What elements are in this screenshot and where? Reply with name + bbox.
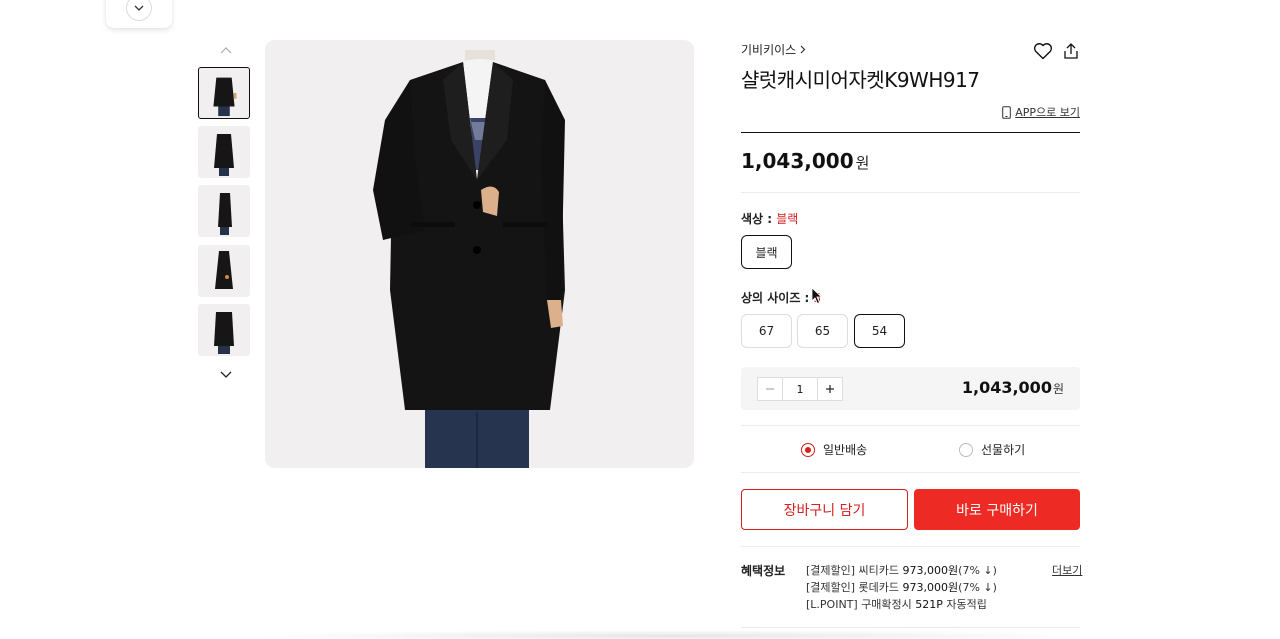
mouse-cursor-icon <box>811 287 823 309</box>
chevron-right-icon <box>800 45 806 54</box>
app-view-label: APP으로 보기 <box>1015 106 1080 119</box>
brand-link[interactable]: 기비키이스 <box>741 41 806 58</box>
size-option-label: 상의 사이즈 : 5 <box>741 289 821 306</box>
quantity-summary: 1 1,043,000 원 <box>741 367 1080 410</box>
color-selected-value: 블랙 <box>776 212 799 226</box>
benefit-prefix: [L.POINT] 구매확정시 <box>806 598 916 611</box>
total-price-currency: 원 <box>1052 382 1064 396</box>
delivery-normal-label: 일반배송 <box>823 443 868 457</box>
chevron-up-icon <box>220 46 232 53</box>
share-icon <box>1064 43 1078 59</box>
product-title: 샬럿캐시미어자켓K9WH917 <box>741 68 980 92</box>
collapse-toggle[interactable] <box>106 0 172 28</box>
share-button[interactable] <box>1060 40 1082 62</box>
benefit-suffix: (7% ↓) <box>958 564 997 577</box>
size-option-65[interactable]: 65 <box>797 314 848 348</box>
thumbnail-3[interactable] <box>198 185 250 237</box>
benefit-info-label: 혜택정보 <box>741 564 786 578</box>
color-option-black[interactable]: 블랙 <box>741 235 792 269</box>
product-detail-page: 기비키이스 샬럿캐시미어자켓K9WH917 APP으로 보기 1,043,000… <box>0 0 1280 639</box>
thumbnail-5[interactable] <box>198 304 250 356</box>
size-option-54[interactable]: 54 <box>854 314 905 348</box>
chevron-down-icon[interactable] <box>126 0 152 21</box>
benefit-prefix: [결제할인] 롯데카드 <box>806 581 903 594</box>
divider <box>741 425 1080 426</box>
minus-icon <box>766 388 774 390</box>
quantity-decrease-button[interactable] <box>758 378 782 400</box>
benefit-item: [L.POINT] 구매확정시 521P 자동적립 <box>806 596 997 613</box>
benefit-amount: 973,000원 <box>902 564 959 577</box>
divider <box>741 192 1080 193</box>
divider <box>741 472 1080 473</box>
plus-icon <box>826 385 834 393</box>
size-label-text: 상의 사이즈 : <box>741 291 814 305</box>
size-option-67[interactable]: 67 <box>741 314 792 348</box>
quantity-increase-button[interactable] <box>818 378 842 400</box>
wishlist-button[interactable] <box>1032 40 1054 62</box>
quantity-stepper: 1 <box>757 377 843 401</box>
app-view-link[interactable]: APP으로 보기 <box>1002 104 1080 120</box>
price-currency: 원 <box>855 154 870 172</box>
thumbnail-1[interactable] <box>198 67 250 119</box>
quantity-value[interactable]: 1 <box>782 378 818 400</box>
benefit-item: [결제할인] 씨티카드 973,000원(7% ↓) <box>806 562 997 579</box>
color-option-label: 색상 : 블랙 <box>741 210 798 227</box>
benefit-suffix: (7% ↓) <box>958 581 997 594</box>
benefit-amount: 521P <box>915 598 943 611</box>
delivery-gift-option[interactable]: 선물하기 <box>959 441 1025 458</box>
bottom-shadow <box>240 630 1100 639</box>
delivery-normal-option[interactable]: 일반배송 <box>801 441 867 458</box>
color-label-text: 색상 : <box>741 212 777 226</box>
benefit-more-link[interactable]: 더보기 <box>1052 562 1082 578</box>
delivery-gift-label: 선물하기 <box>981 443 1026 457</box>
product-price: 1,043,000 원 <box>741 149 869 173</box>
divider <box>741 546 1080 547</box>
divider <box>741 627 1080 628</box>
radio-unselected-icon[interactable] <box>959 442 973 457</box>
main-product-image[interactable] <box>265 40 694 468</box>
heart-icon <box>1033 43 1053 60</box>
total-price-value: 1,043,000 <box>961 378 1052 397</box>
total-price: 1,043,000 원 <box>962 378 1064 397</box>
benefit-item: [결제할인] 롯데카드 973,000원(7% ↓) <box>806 579 997 596</box>
thumbnail-next-button[interactable] <box>216 366 236 382</box>
benefit-suffix: 자동적립 <box>942 598 987 611</box>
benefit-list: [결제할인] 씨티카드 973,000원(7% ↓) [결제할인] 롯데카드 9… <box>806 562 997 613</box>
thumbnail-2[interactable] <box>198 126 250 178</box>
buy-now-button[interactable]: 바로 구매하기 <box>914 489 1080 530</box>
mobile-phone-icon <box>1002 105 1012 119</box>
benefit-amount: 973,000원 <box>902 581 959 594</box>
brand-name: 기비키이스 <box>741 43 797 57</box>
divider <box>741 132 1080 133</box>
thumbnail-prev-button[interactable] <box>216 42 236 58</box>
benefit-prefix: [결제할인] 씨티카드 <box>806 564 903 577</box>
price-value: 1,043,000 <box>741 149 854 173</box>
thumbnail-4[interactable] <box>198 245 250 297</box>
radio-selected-icon[interactable] <box>801 442 815 457</box>
chevron-down-icon <box>220 371 232 378</box>
add-to-cart-button[interactable]: 장바구니 담기 <box>741 489 908 530</box>
